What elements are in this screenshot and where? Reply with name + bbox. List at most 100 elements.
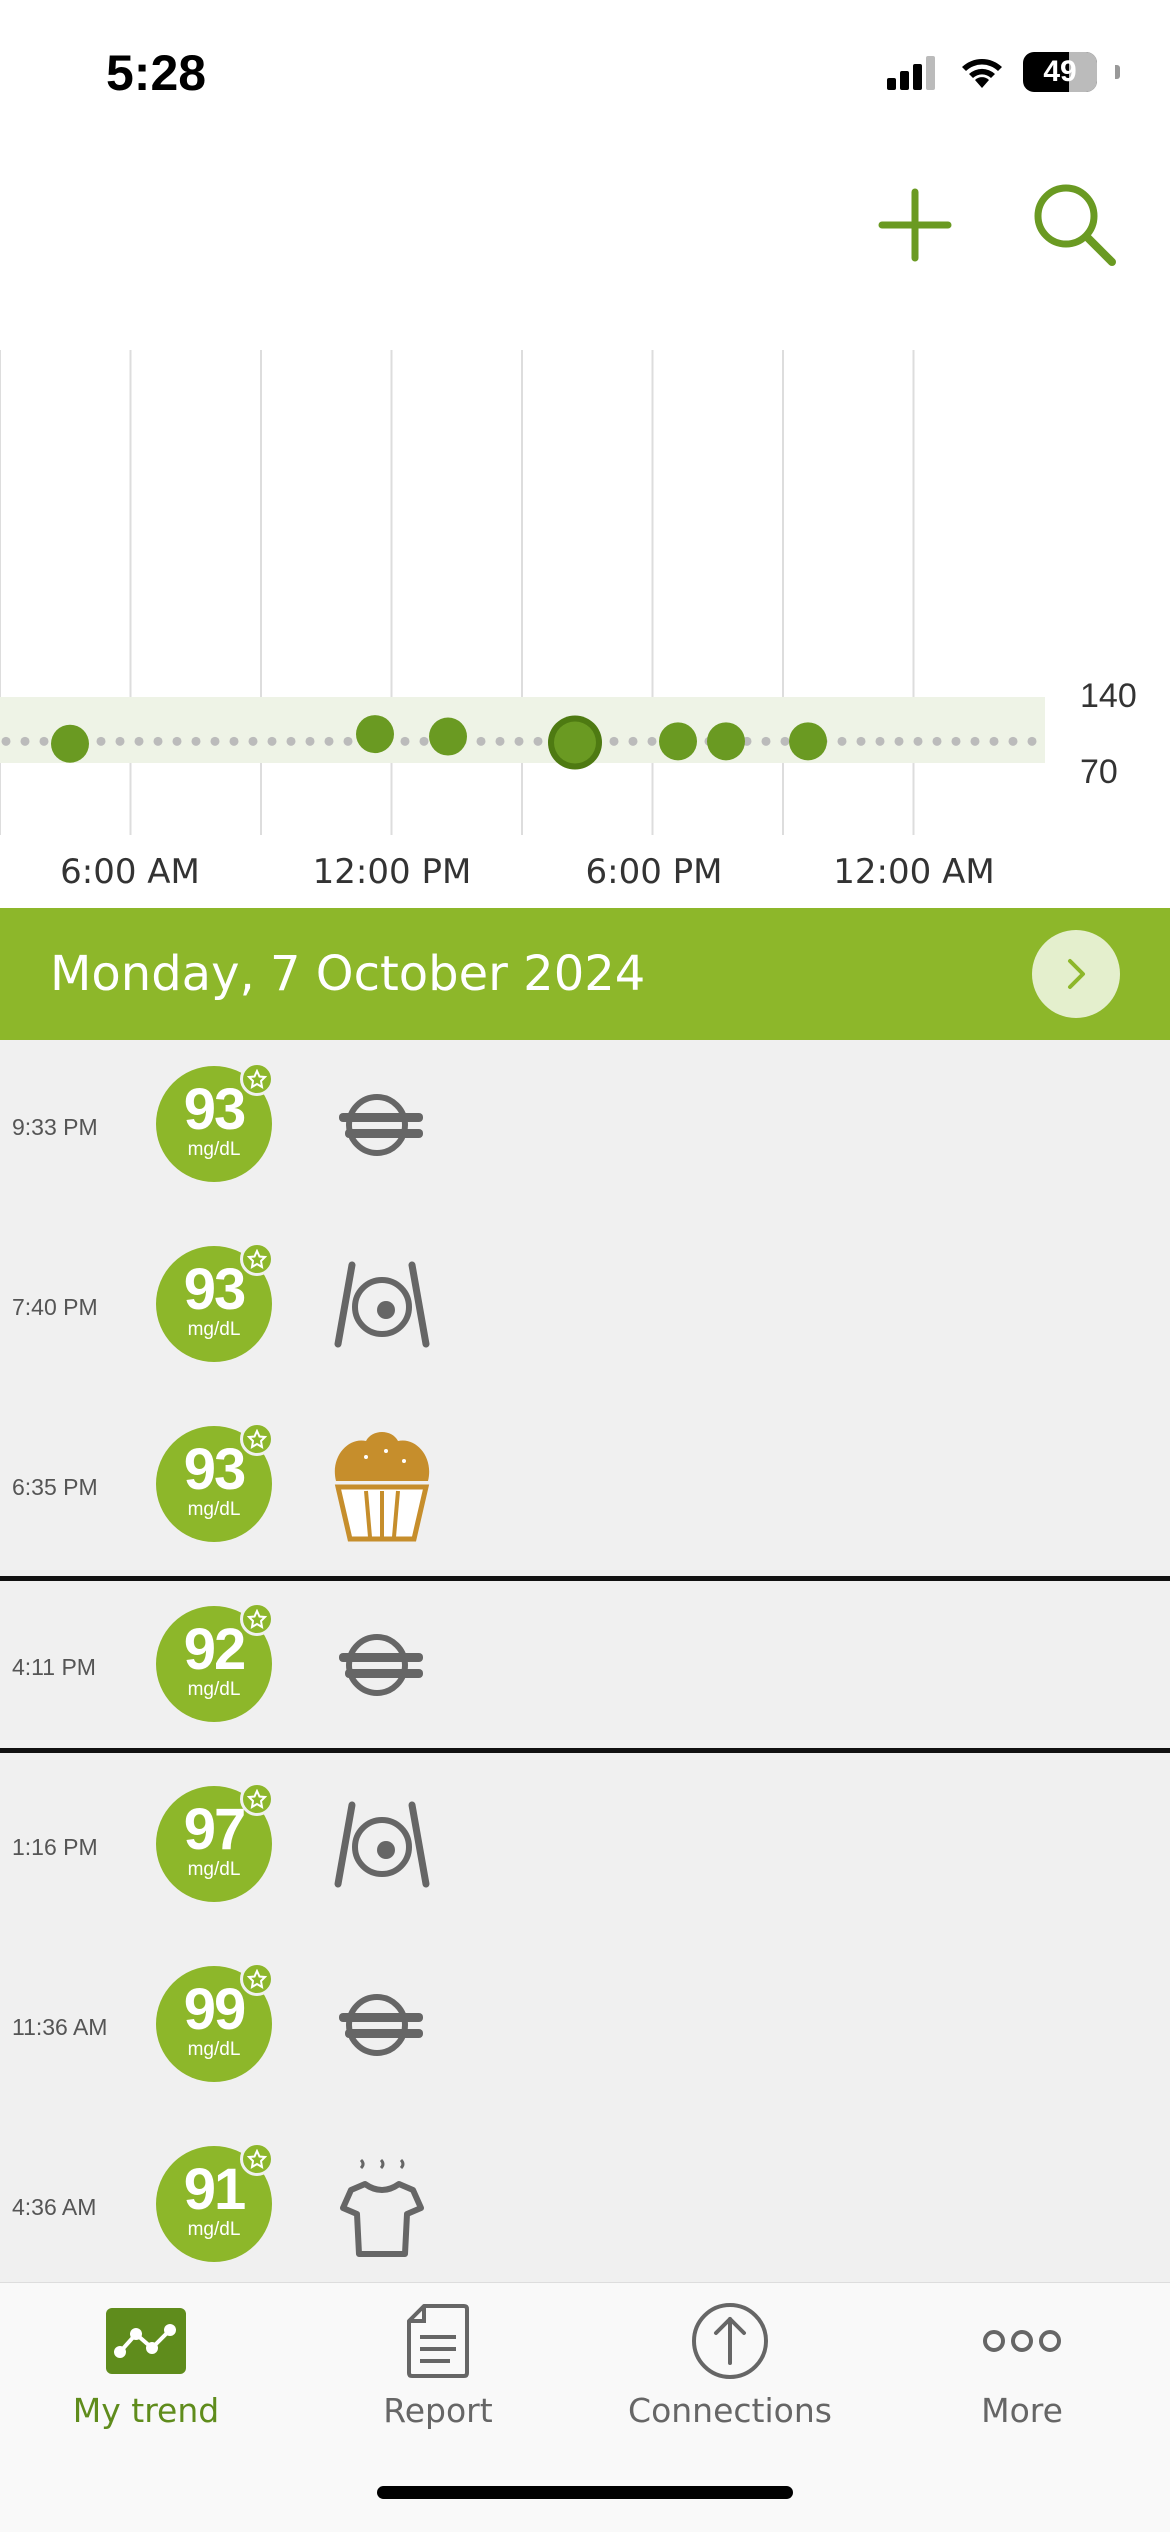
tab-connections[interactable]: Connections [584, 2283, 876, 2433]
trend-dot [894, 736, 904, 746]
x-tick-label: 12:00 PM [313, 852, 472, 892]
trend-dot [1008, 736, 1018, 746]
tab-my-trend[interactable]: My trend [0, 2283, 292, 2433]
tab-more[interactable]: More [876, 2283, 1168, 2433]
trend-dot [495, 736, 505, 746]
battery-nub [1115, 65, 1120, 79]
glucose-unit: mg/dL [187, 1859, 241, 1880]
entry-list: 9:33 PM 93 mg/dL 7:40 PM 93 mg/dL 6:35 P… [0, 1040, 1170, 2282]
entry-time: 9:33 PM [12, 1114, 98, 1140]
shirt-icon [322, 2142, 442, 2268]
meal-plate-icon [322, 1242, 442, 1368]
star-badge-icon [240, 1782, 274, 1816]
plus-icon [878, 188, 952, 262]
trend-dot [210, 736, 220, 746]
x-tick-label: 12:00 AM [833, 852, 994, 892]
trend-dot [780, 736, 790, 746]
trend-dot [96, 736, 106, 746]
trend-dot [286, 736, 296, 746]
trend-dot [476, 736, 486, 746]
star-badge-icon [240, 1062, 274, 1096]
battery-level: 49 [1043, 55, 1077, 88]
y-tick-label: 140 [1080, 677, 1137, 715]
trend-chart[interactable]: 140 70 6:00 AM 12:00 PM 6:00 PM 12:00 AM [0, 345, 1170, 905]
trend-dot [989, 736, 999, 746]
data-point [789, 722, 827, 761]
trend-dot [856, 736, 866, 746]
signal-icon [887, 56, 935, 90]
trend-dot [191, 736, 201, 746]
star-badge-icon [240, 1602, 274, 1636]
trend-dot [115, 736, 125, 746]
wifi-icon [962, 59, 1002, 88]
trend-dot [628, 736, 638, 746]
more-icon [982, 2301, 1062, 2381]
trend-dot [1027, 736, 1037, 746]
star-badge-icon [240, 1962, 274, 1996]
target-range-band [0, 697, 1045, 763]
trend-dot [172, 736, 182, 746]
list-item[interactable]: 9:33 PM 93 mg/dL [0, 1040, 1170, 1218]
star-badge-icon [240, 1242, 274, 1276]
trend-dot [951, 736, 961, 746]
trend-dot [970, 736, 980, 746]
next-day-button[interactable] [1032, 930, 1120, 1018]
trend-dot [533, 736, 543, 746]
glucose-unit: mg/dL [187, 1319, 241, 1340]
trend-dot [514, 736, 524, 746]
add-button[interactable] [860, 170, 970, 280]
glucose-unit: mg/dL [187, 2219, 241, 2240]
entry-time: 7:40 PM [12, 1294, 98, 1320]
home-indicator [377, 2486, 793, 2499]
tab-report[interactable]: Report [292, 2283, 584, 2433]
tab-label: Report [383, 2391, 493, 2430]
list-item[interactable]: 6:35 PM 93 mg/dL [0, 1400, 1170, 1578]
list-item[interactable]: 11:36 AM 99 mg/dL [0, 1940, 1170, 2118]
list-item[interactable]: 7:40 PM 93 mg/dL [0, 1220, 1170, 1398]
plate-cutlery-icon [322, 1962, 442, 2088]
plate-cutlery-icon [322, 1062, 442, 1188]
x-tick-label: 6:00 AM [60, 852, 200, 892]
list-item[interactable]: 4:11 PM 92 mg/dL [0, 1580, 1170, 1758]
trend-dot [153, 736, 163, 746]
trend-dot [419, 736, 429, 746]
trend-dot [875, 736, 885, 746]
trend-chart-svg: 140 70 6:00 AM 12:00 PM 6:00 PM 12:00 AM [0, 350, 1137, 892]
muffin-icon [322, 1422, 442, 1548]
glucose-unit: mg/dL [187, 2039, 241, 2060]
tab-label: More [981, 2391, 1063, 2430]
status-bar: 5:28 49 [0, 0, 1170, 140]
trend-dot [267, 736, 277, 746]
plate-cutlery-icon [322, 1602, 442, 1728]
y-tick-label: 70 [1080, 753, 1118, 791]
trend-dot [761, 736, 771, 746]
trend-dot [305, 736, 315, 746]
data-point [707, 722, 745, 761]
data-point-inner [554, 721, 596, 764]
star-badge-icon [240, 1422, 274, 1456]
trend-dot [647, 736, 657, 746]
report-icon [398, 2301, 478, 2381]
data-point [356, 715, 394, 754]
entry-time: 4:11 PM [12, 1654, 96, 1680]
trend-dot [229, 736, 239, 746]
list-item[interactable]: 1:16 PM 97 mg/dL [0, 1760, 1170, 1938]
status-time: 5:28 [106, 45, 207, 101]
search-icon [1034, 184, 1116, 266]
data-point [51, 724, 89, 763]
trend-dot [39, 736, 49, 746]
entry-time: 1:16 PM [12, 1834, 98, 1860]
meal-plate-icon [322, 1782, 442, 1908]
glucose-unit: mg/dL [187, 1499, 241, 1520]
data-point [429, 717, 467, 756]
list-item[interactable]: 4:36 AM 91 mg/dL [0, 2120, 1170, 2282]
trend-dot [400, 736, 410, 746]
glucose-unit: mg/dL [187, 1139, 241, 1160]
search-button[interactable] [1020, 170, 1130, 280]
trend-dot [932, 736, 942, 746]
star-badge-icon [240, 2142, 274, 2176]
connections-icon [690, 2301, 770, 2381]
entry-time: 4:36 AM [12, 2194, 97, 2220]
date-banner: Monday, 7 October 2024 [0, 908, 1170, 1040]
battery-icon: 49 [1023, 52, 1097, 92]
